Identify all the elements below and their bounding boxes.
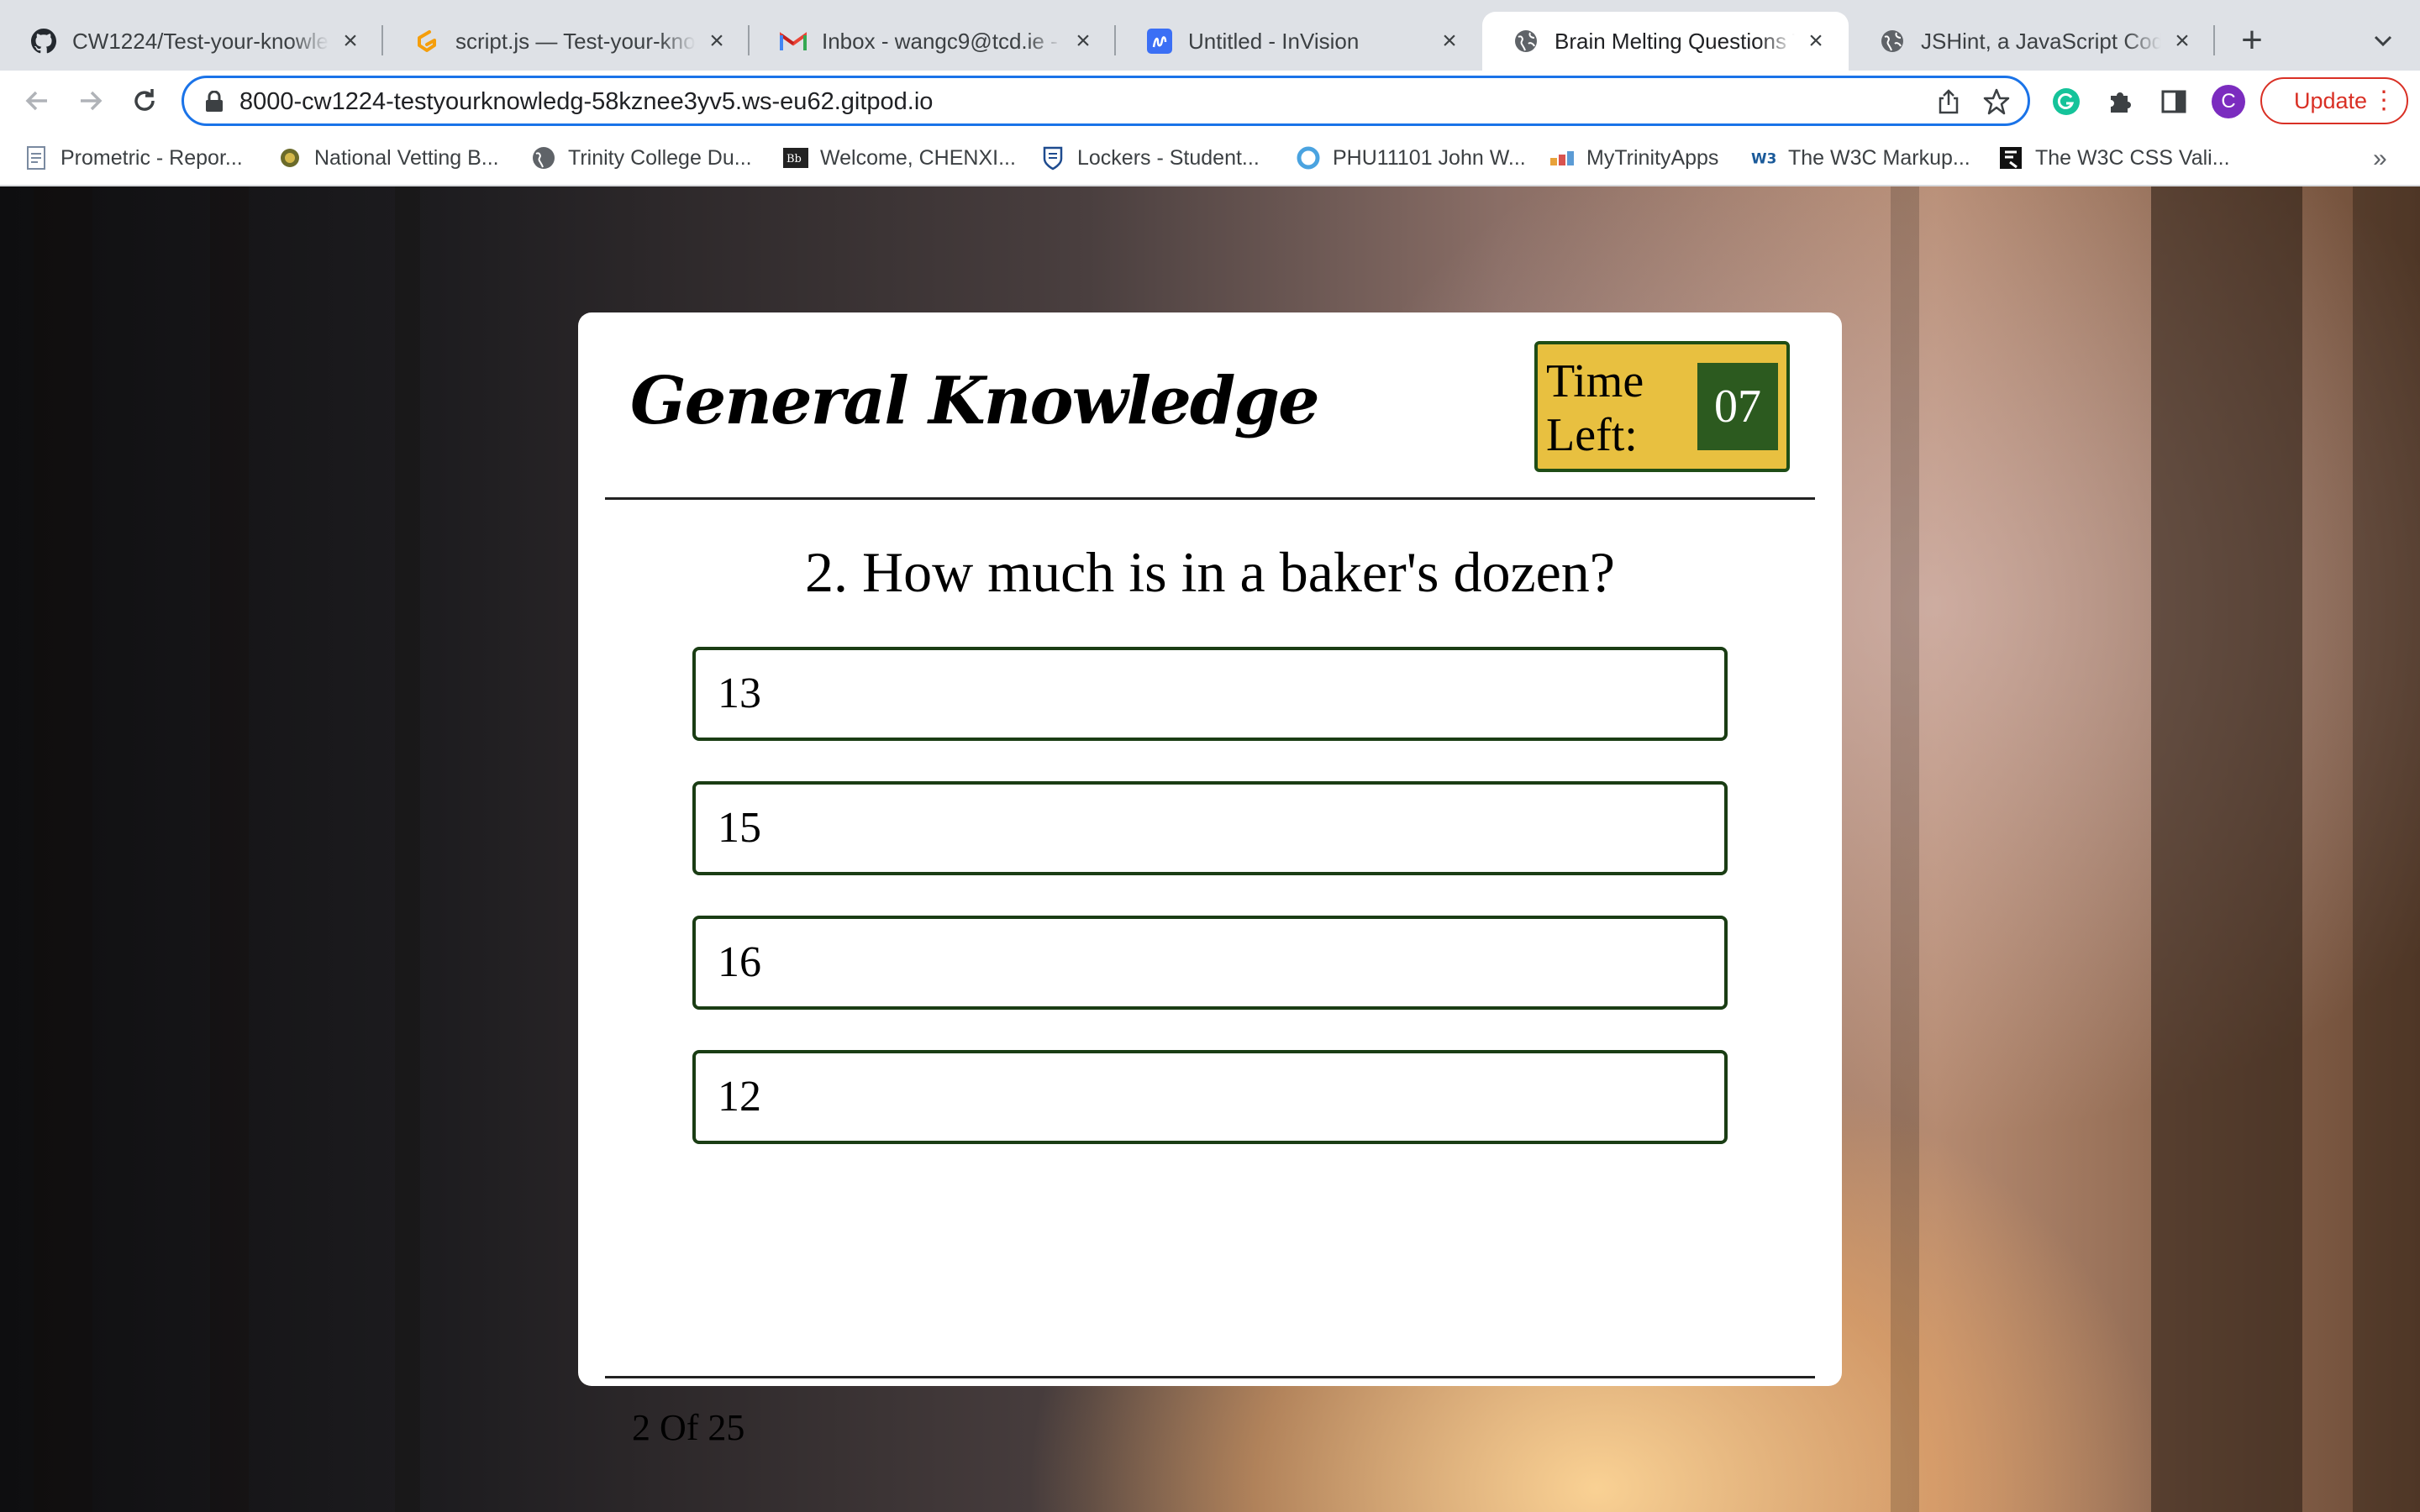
bookmark-label: Welcome, CHENXI...	[820, 145, 1016, 170]
bookmark-w3c-css-validator[interactable]: The W3C CSS Vali...	[1998, 143, 2230, 173]
bookmark-welcome-blackboard[interactable]: Bb Welcome, CHENXI...	[783, 143, 1016, 173]
url-text[interactable]: 8000-cw1224-testyourknowledg-58kznee3yv5…	[239, 88, 933, 116]
more-vert-icon[interactable]: ⋮	[2371, 86, 2396, 116]
tab-separator	[2213, 25, 2215, 55]
bookmark-prometric[interactable]: Prometric - Repor...	[24, 143, 243, 173]
bookmark-label: The W3C CSS Vali...	[2035, 145, 2230, 170]
bookmark-star-icon[interactable]	[1982, 87, 2011, 116]
back-button[interactable]	[18, 82, 55, 119]
tab-invision[interactable]: Untitled - InVision ×	[1116, 12, 1482, 71]
bookmark-mytrinityapps[interactable]: MyTrinityApps	[1549, 143, 1718, 173]
reload-icon	[134, 89, 155, 111]
close-icon[interactable]: ×	[1803, 29, 1828, 54]
bookmark-phu11101[interactable]: PHU11101 John W...	[1296, 143, 1526, 173]
timer-value: 07	[1697, 363, 1778, 450]
background-tree	[34, 186, 92, 1512]
bookmark-label: PHU11101 John W...	[1333, 145, 1526, 170]
background-tree	[2151, 186, 2302, 1512]
bookmark-trinity-college[interactable]: Trinity College Du...	[531, 143, 752, 173]
forward-button[interactable]	[72, 82, 109, 119]
arrow-left-icon	[25, 91, 47, 111]
tab-title: script.js — Test-your-knowledge	[455, 28, 696, 54]
tab-brain-melting-questions[interactable]: Brain Melting Questions That ×	[1482, 12, 1849, 71]
answer-option[interactable]: 15	[692, 781, 1728, 875]
answer-option[interactable]: 16	[692, 916, 1728, 1010]
validator-icon	[1998, 145, 2023, 171]
tab-title: CW1224/Test-your-knowledge	[72, 28, 329, 54]
document-icon	[24, 145, 49, 171]
bookmark-lockers[interactable]: Lockers - Student...	[1040, 143, 1260, 173]
background-tree	[395, 186, 420, 1512]
chevron-down-icon[interactable]	[2368, 25, 2398, 55]
question-progress: 2 Of 25	[632, 1407, 745, 1448]
tab-gmail[interactable]: Inbox - wangc9@tcd.ie - Trinity ×	[750, 12, 1116, 71]
svg-text:Bb: Bb	[786, 153, 802, 165]
background-tree	[1891, 186, 1919, 1512]
close-icon[interactable]: ×	[1437, 29, 1462, 54]
bookmarks-overflow-icon[interactable]: »	[2373, 144, 2387, 173]
browser-tabstrip: CW1224/Test-your-knowledge × script.js —…	[0, 0, 2420, 71]
timer-box: Time Left: 07	[1534, 341, 1790, 472]
bookmark-label: National Vetting B...	[314, 145, 499, 170]
gmail-icon	[780, 28, 807, 55]
close-icon[interactable]: ×	[338, 29, 363, 54]
extensions-puzzle-icon[interactable]	[2104, 86, 2136, 118]
apps-icon	[1549, 145, 1575, 171]
close-icon[interactable]: ×	[1071, 29, 1096, 54]
browser-toolbar: 8000-cw1224-testyourknowledg-58kznee3yv5…	[0, 71, 2420, 131]
invision-icon	[1146, 28, 1173, 55]
page-viewport: General Knowledge Time Left: 07 2. How m…	[0, 186, 2420, 1512]
header-divider	[605, 497, 1815, 500]
w3c-icon: W3	[1751, 145, 1776, 171]
side-panel-icon[interactable]	[2158, 86, 2190, 118]
globe-icon	[1512, 28, 1539, 55]
quiz-title: General Knowledge	[630, 363, 1320, 439]
gitpod-icon	[413, 28, 440, 55]
new-tab-button[interactable]: +	[2235, 22, 2269, 59]
background-tree	[2353, 186, 2420, 1512]
tab-github[interactable]: CW1224/Test-your-knowledge ×	[0, 12, 383, 71]
tab-title: Untitled - InVision	[1188, 28, 1360, 54]
bookmark-label: Trinity College Du...	[568, 145, 752, 170]
quiz-card: General Knowledge Time Left: 07 2. How m…	[578, 312, 1842, 1448]
bookmark-label: MyTrinityApps	[1586, 145, 1719, 170]
answer-option[interactable]: 12	[692, 1050, 1728, 1144]
shield-icon	[1040, 145, 1065, 171]
tab-title: Brain Melting Questions That	[1555, 28, 1795, 54]
profile-avatar[interactable]: C	[2212, 85, 2245, 118]
footer-divider	[605, 1376, 1815, 1378]
tab-title: JSHint, a JavaScript Code Quality	[1921, 28, 2161, 54]
timer-label: Time Left:	[1546, 355, 1644, 461]
reload-button[interactable]	[126, 82, 163, 119]
github-icon	[30, 28, 57, 55]
update-label: Update	[2294, 87, 2368, 113]
update-button[interactable]: Update ⋮	[2260, 77, 2408, 124]
bookmark-label: The W3C Markup...	[1788, 145, 1970, 170]
address-bar[interactable]: 8000-cw1224-testyourknowledg-58kznee3yv5…	[182, 76, 2030, 126]
close-icon[interactable]: ×	[2170, 29, 2195, 54]
tab-jshint[interactable]: JSHint, a JavaScript Code Quality ×	[1849, 12, 2215, 71]
ring-icon	[1296, 145, 1321, 171]
arrow-right-icon	[81, 91, 103, 111]
answer-option[interactable]: 13	[692, 647, 1728, 741]
tab-script-js[interactable]: script.js — Test-your-knowledge ×	[383, 12, 750, 71]
emblem-icon	[277, 145, 302, 171]
grammarly-icon[interactable]	[2050, 86, 2082, 118]
close-icon[interactable]: ×	[704, 29, 729, 54]
lock-icon[interactable]	[204, 90, 224, 113]
bookmark-label: Lockers - Student...	[1077, 145, 1260, 170]
background-tree	[210, 186, 249, 1512]
bookmark-national-vetting[interactable]: National Vetting B...	[277, 143, 499, 173]
globe-icon	[1879, 28, 1906, 55]
bookmark-w3c-markup[interactable]: W3 The W3C Markup...	[1751, 143, 1970, 173]
bookmarks-bar: Prometric - Repor... National Vetting B.…	[0, 131, 2420, 186]
question-text: 2. How much is in a baker's dozen?	[805, 540, 1615, 604]
globe-icon	[531, 145, 556, 171]
bookmark-label: Prometric - Repor...	[60, 145, 243, 170]
share-icon[interactable]	[1935, 88, 1962, 115]
blackboard-icon: Bb	[783, 145, 808, 171]
tab-title: Inbox - wangc9@tcd.ie - Trinity	[822, 28, 1062, 54]
svg-text:W3: W3	[1751, 150, 1776, 167]
